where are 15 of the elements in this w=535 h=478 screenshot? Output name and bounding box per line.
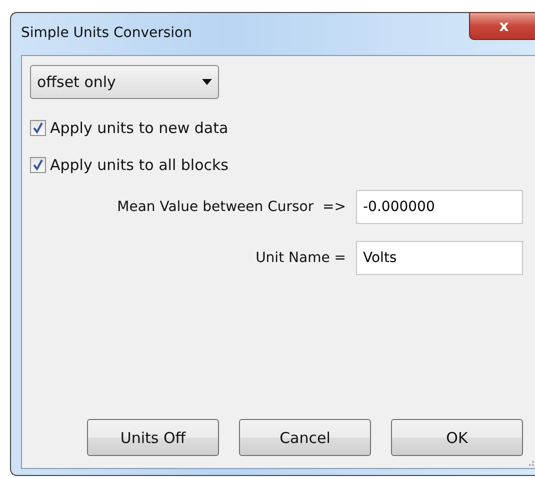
mode-dropdown[interactable]: offset only	[30, 65, 219, 99]
checkbox-label[interactable]: Apply units to all blocks	[50, 156, 228, 174]
field-label: Mean Value between Cursor =>	[117, 199, 346, 215]
input-field[interactable]: -0.000000	[356, 190, 523, 224]
checkbox[interactable]	[30, 157, 46, 173]
window-title: Simple Units Conversion	[21, 25, 192, 41]
close-button[interactable]: x	[469, 12, 535, 40]
dialog-button[interactable]: Cancel	[239, 419, 371, 456]
caret-icon	[202, 79, 212, 85]
dialog-button[interactable]: Units Off	[87, 419, 219, 456]
input-field[interactable]: Volts	[356, 241, 523, 275]
checkbox-label[interactable]: Apply units to new data	[50, 119, 228, 137]
field-label: Unit Name =	[256, 250, 346, 266]
dialog-button[interactable]: OK	[391, 419, 523, 456]
checkbox[interactable]	[30, 120, 46, 136]
